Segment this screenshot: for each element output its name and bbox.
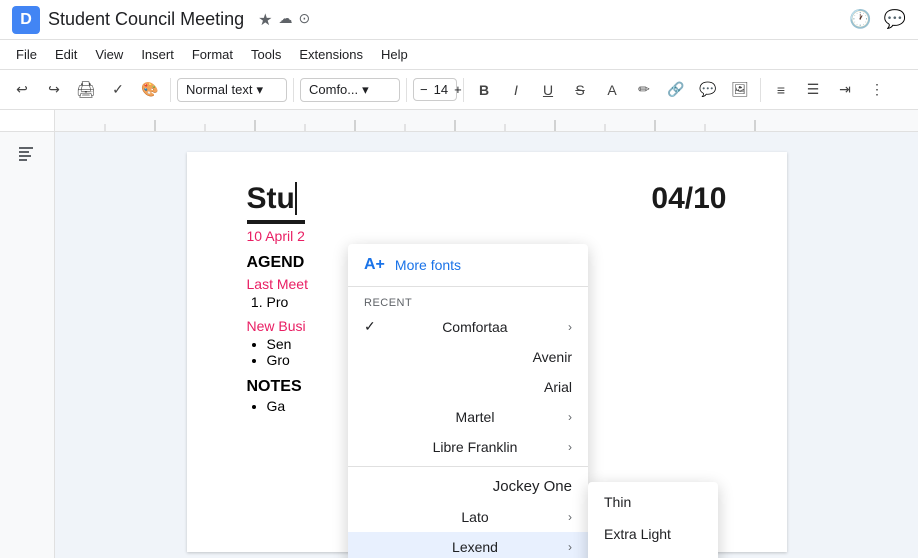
text-color-button[interactable]: A [598, 76, 626, 104]
divider-3 [406, 78, 407, 102]
font-name-avenir: Avenir [533, 349, 572, 365]
list-button[interactable]: ☰ [799, 76, 827, 104]
font-size-box[interactable]: − 14 + [413, 78, 457, 101]
menu-tools[interactable]: Tools [243, 43, 289, 66]
font-name-martel: Martel [456, 409, 495, 425]
font-name-lexend: Lexend [452, 539, 498, 555]
outline-icon [0, 132, 54, 179]
menu-divider-top [348, 286, 588, 287]
star-icon[interactable]: ★ [258, 10, 272, 30]
right-action-icons: 🕐 💬 [849, 9, 906, 30]
strikethrough-button[interactable]: S [566, 76, 594, 104]
extra-light-label: Extra Light [604, 526, 671, 542]
chevron-libre-franklin [568, 440, 572, 454]
undo-button[interactable]: ↩ [8, 76, 36, 104]
underline-button[interactable]: U [534, 76, 562, 104]
print-button[interactable]: 🖨 [72, 76, 100, 104]
cloud-icon: ☁ [278, 10, 292, 30]
drive-icon: ⊙ [298, 10, 310, 30]
doc-title-text: Stu [247, 182, 305, 216]
spellcheck-button[interactable]: ✓ [104, 76, 132, 104]
font-item-martel[interactable]: Martel [348, 402, 588, 432]
image-button[interactable]: 🖼 [726, 76, 754, 104]
font-name-arial: Arial [544, 379, 572, 395]
font-item-arial[interactable]: Arial [348, 372, 588, 402]
history-icon[interactable]: 🕐 [849, 9, 871, 30]
menu-help[interactable]: Help [373, 43, 416, 66]
font-item-avenir[interactable]: Avenir [348, 342, 588, 372]
doc-date: 10 April 2 [247, 228, 305, 244]
highlight-button[interactable]: ✏ [630, 76, 658, 104]
font-name-libre-franklin: Libre Franklin [433, 439, 518, 455]
check-icon: ✓ [364, 318, 376, 335]
menu-edit[interactable]: Edit [47, 43, 85, 66]
submenu-thin[interactable]: Thin [588, 486, 718, 518]
toolbar: ↩ ↪ 🖨 ✓ 🎨 Normal text ▾ Comfo... ▾ − 14 … [0, 70, 918, 110]
indent-button[interactable]: ⇥ [831, 76, 859, 104]
menu-bar: File Edit View Insert Format Tools Exten… [0, 40, 918, 70]
text-style-label: Normal text [186, 82, 252, 97]
more-fonts-icon: A+ [364, 256, 385, 274]
title-action-icons: ★ ☁ ⊙ [258, 10, 310, 30]
text-style-chevron: ▾ [256, 82, 263, 98]
font-chevron: ▾ [362, 82, 369, 98]
lexend-submenu: Thin Extra Light Light Normal Medium Sem… [588, 482, 718, 558]
paint-format-button[interactable]: 🎨 [136, 76, 164, 104]
ruler-marks [55, 110, 918, 131]
bold-button[interactable]: B [470, 76, 498, 104]
menu-view[interactable]: View [87, 43, 131, 66]
font-size-minus[interactable]: − [420, 82, 428, 97]
ruler [0, 110, 918, 132]
doc-date-right: 04/10 [651, 182, 726, 216]
menu-insert[interactable]: Insert [133, 43, 182, 66]
font-label: Comfo... [309, 82, 358, 97]
app-icon: D [12, 6, 40, 34]
divider-2 [293, 78, 294, 102]
menu-divider-mid [348, 466, 588, 467]
font-name-jockey-one: Jockey One [493, 478, 572, 495]
document-title[interactable]: Student Council Meeting [48, 9, 244, 30]
font-name-comfortaa: Comfortaa [442, 319, 507, 335]
font-item-lexend[interactable]: Lexend [348, 532, 588, 558]
title-bar: D Student Council Meeting ★ ☁ ⊙ 🕐 💬 [0, 0, 918, 40]
align-button[interactable]: ≡ [767, 76, 795, 104]
more-button[interactable]: ⋮ [863, 76, 891, 104]
comments-icon[interactable]: 💬 [884, 9, 906, 30]
divider-5 [760, 78, 761, 102]
font-size-plus[interactable]: + [454, 82, 462, 97]
menu-file[interactable]: File [8, 43, 45, 66]
link-button[interactable]: 🔗 [662, 76, 690, 104]
divider-1 [170, 78, 171, 102]
ruler-left [0, 110, 55, 131]
text-style-dropdown[interactable]: Normal text ▾ [177, 78, 287, 102]
italic-button[interactable]: I [502, 76, 530, 104]
submenu-light[interactable]: Light [588, 550, 718, 558]
font-item-lato[interactable]: Lato [348, 502, 588, 532]
font-dropdown[interactable]: Comfo... ▾ [300, 78, 400, 102]
chevron-lato [568, 510, 572, 524]
more-fonts-item[interactable]: A+ More fonts [348, 248, 588, 282]
recent-label: RECENT [348, 291, 588, 311]
comment-button[interactable]: 💬 [694, 76, 722, 104]
submenu-extra-light[interactable]: Extra Light [588, 518, 718, 550]
left-sidebar [0, 132, 55, 558]
chevron-comfortaa [568, 320, 572, 334]
chevron-martel [568, 410, 572, 424]
font-size-value[interactable]: 14 [434, 82, 448, 97]
doc-divider [247, 220, 305, 224]
menu-format[interactable]: Format [184, 43, 241, 66]
divider-4 [463, 78, 464, 102]
menu-extensions[interactable]: Extensions [291, 43, 371, 66]
font-dropdown-menu: A+ More fonts RECENT ✓ Comfortaa Avenir … [348, 244, 588, 558]
font-item-comfortaa[interactable]: ✓ Comfortaa [348, 311, 588, 342]
more-fonts-label: More fonts [395, 257, 461, 273]
redo-button[interactable]: ↪ [40, 76, 68, 104]
font-item-jockey-one[interactable]: Jockey One [348, 471, 588, 502]
font-name-lato: Lato [461, 509, 488, 525]
font-item-libre-franklin[interactable]: Libre Franklin [348, 432, 588, 462]
chevron-lexend [568, 540, 572, 554]
main-area: Stu 10 April 2 04/10 AGEND Last Meet Pro… [0, 132, 918, 558]
thin-label: Thin [604, 494, 631, 510]
